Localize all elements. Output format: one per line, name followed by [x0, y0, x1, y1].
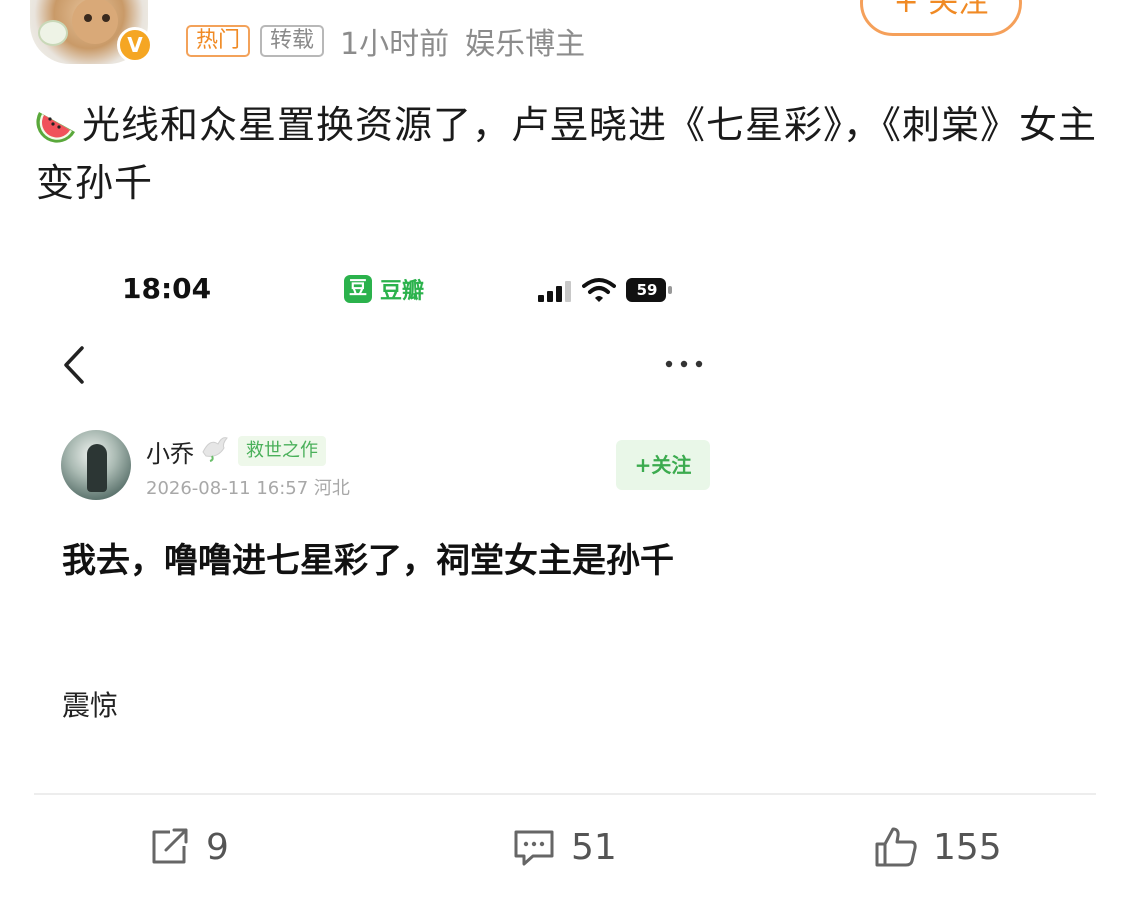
comment-button[interactable]: 51 [511, 822, 617, 872]
battery-level: 59 [636, 281, 658, 299]
like-button[interactable]: 155 [873, 822, 1002, 872]
post-text: 光线和众星置换资源了，卢昱晓进《七星彩》，《刺棠》女主变孙千 [36, 103, 1098, 205]
watermelon-icon [36, 112, 75, 143]
repost-icon [152, 828, 188, 864]
embedded-post-title: 我去，噜噜进七星彩了，祠堂女主是孙千 [62, 541, 674, 581]
embedded-follow-button[interactable]: +关注 [616, 440, 710, 490]
wifi-icon [582, 278, 616, 302]
douban-app-name: 豆瓣 [380, 279, 425, 304]
embedded-post-timestamp: 2026-08-11 16:57 河北 [146, 478, 350, 499]
signal-icon [538, 281, 571, 302]
post-meta: 热门 转载 1小时前 娱乐博主 [186, 22, 586, 62]
post-content: 光线和众星置换资源了，卢昱晓进《七星彩》，《刺棠》女主变孙千 [36, 96, 1106, 212]
dove-icon [202, 437, 228, 462]
repost-count: 9 [206, 826, 229, 868]
avatar-eye [84, 14, 92, 22]
repost-button[interactable]: 9 [146, 822, 229, 872]
thumbs-up-icon [875, 827, 917, 867]
douban-app-indicator: 豆 豆瓣 [344, 273, 424, 305]
avatar-eye [102, 14, 110, 22]
repost-tag: 转载 [260, 25, 325, 57]
post-source: 娱乐博主 [465, 27, 586, 62]
status-bar-time: 18:04 [122, 272, 212, 305]
avatar-face [72, 0, 118, 44]
embedded-post-body: 震惊 [62, 689, 119, 722]
avatar-decoration [38, 20, 68, 46]
hot-tag: 热门 [186, 25, 251, 57]
verified-badge-icon: V [117, 27, 153, 63]
like-count: 155 [933, 826, 1002, 868]
post-time: 1小时前 [340, 27, 450, 62]
more-options-icon[interactable] [664, 356, 704, 372]
back-chevron-icon[interactable] [58, 342, 92, 388]
douban-logo-icon: 豆 [344, 275, 372, 303]
embedded-author-name[interactable]: 小乔 [146, 434, 194, 469]
follow-button[interactable]: + 关注 [860, 0, 1022, 36]
comment-count: 51 [571, 826, 617, 868]
embedded-author-badge: 救世之作 [238, 436, 326, 466]
comment-icon [514, 830, 554, 866]
embedded-author-avatar[interactable] [61, 430, 131, 500]
action-bar-divider [34, 793, 1096, 795]
avatar-figure [87, 444, 107, 492]
